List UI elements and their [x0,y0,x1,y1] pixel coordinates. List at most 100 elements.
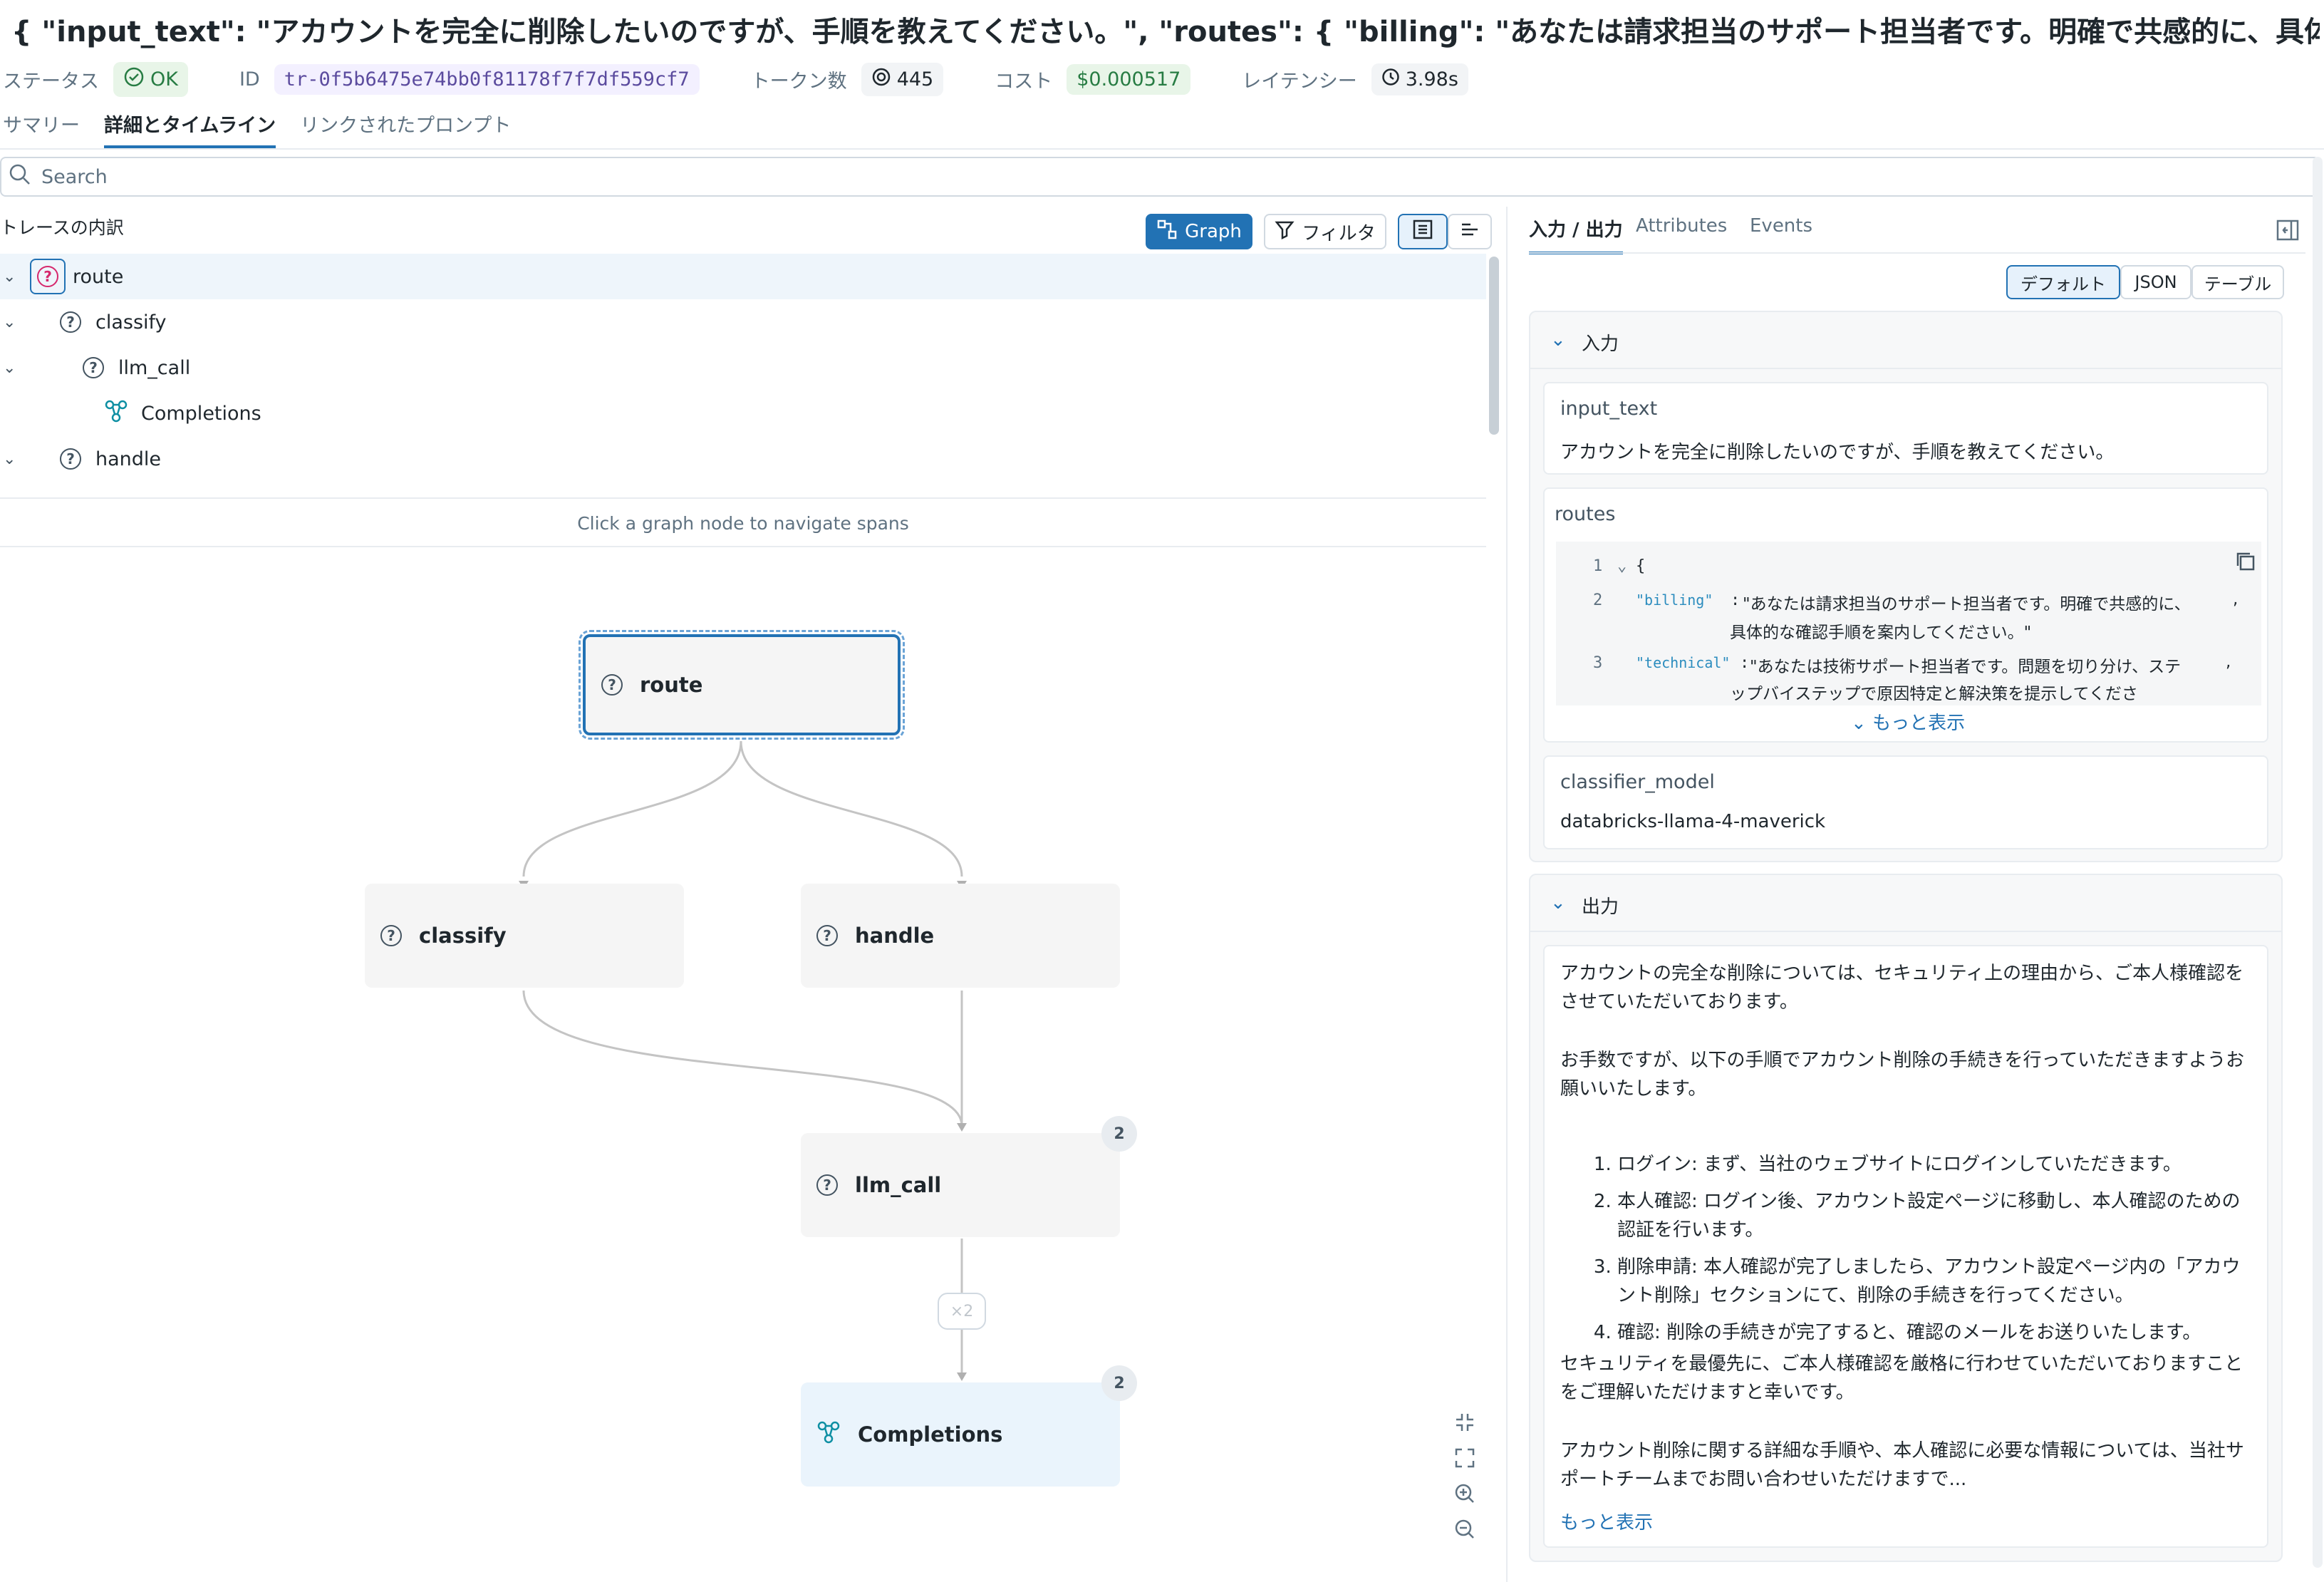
status-badge: OK [113,61,188,97]
output-paragraph: アカウントの完全な削除については、セキュリティ上の理由から、ご本人様確認をさせて… [1560,963,2244,1013]
tree-row-completions[interactable]: Completions [0,391,1486,436]
node-label: classify [419,924,507,948]
zoom-out-icon[interactable] [1446,1511,1483,1548]
fit-view-icon[interactable] [1446,1439,1483,1477]
filter-button[interactable]: フィルタ [1264,214,1386,249]
id-label: ID [239,68,260,91]
status-value: OK [150,68,178,91]
cost-label: コスト [995,70,1053,93]
question-circle-icon: ? [601,674,623,696]
tree-label: handle [95,448,162,470]
tree-label: Completions [141,402,261,425]
llm-call-count-badge: 2 [1101,1116,1137,1152]
graph-node-classify[interactable]: ? classify [365,884,684,988]
question-circle-icon: ? [83,357,104,378]
question-circle-icon: ? [60,448,81,470]
right-tabs-divider [1529,252,2305,254]
zoom-in-icon[interactable] [1446,1475,1483,1512]
output-paragraph: お手数ですが、以下の手順でアカウント削除の手続きを行っていただきますようお願いい… [1560,1050,2245,1100]
question-circle-icon: ? [816,925,838,946]
edge-multiplier-label: ×2 [938,1293,986,1330]
collapse-panel-icon[interactable] [2276,218,2300,245]
output-show-more-link[interactable]: もっと表示 [1560,1508,1653,1534]
tab-linked-prompts[interactable]: リンクされたプロンプト [300,110,511,148]
chevron-down-icon[interactable]: ⌄ [3,359,16,377]
tree-label: classify [95,311,167,334]
view-json-button[interactable]: JSON [2120,265,2191,299]
tree-row-llm-call[interactable]: ⌄ ? llm_call [0,345,1486,391]
clock-icon [1381,68,1400,91]
trace-metadata: ステータス OK ID tr-0f5b6475e74bb0f81178f7f7d… [3,61,1468,97]
timeline-icon [1459,219,1480,245]
check-circle-icon [123,66,145,93]
graph-hint: Click a graph node to navigate spans [0,497,1486,547]
search-input[interactable]: Search [41,166,108,188]
tokens-label: トークン数 [750,70,847,93]
routes-code-block: 1 ⌄ { 2 "billing" : "あなたは請求担当のサポート担当者です。… [1556,542,2261,705]
chevron-down-icon[interactable]: ⌄ [1550,329,1566,351]
tree-row-route[interactable]: ⌄ ? route [0,254,1486,299]
trace-breakdown-title: トレースの内訳 [0,217,124,238]
graph-node-llm-call[interactable]: ? llm_call [801,1133,1120,1237]
classifier-model-value: databricks-llama-4-maverick [1560,811,1826,832]
filter-button-label: フィルタ [1302,222,1376,244]
chevron-down-icon[interactable]: ⌄ [3,268,16,286]
tokens-badge: 445 [861,62,944,96]
input-text-value: アカウントを完全に削除したいのですが、手順を教えてください。 [1560,442,2115,463]
model-icon [816,1420,841,1449]
tab-attributes[interactable]: Attributes [1636,215,1727,237]
completions-count-badge: 2 [1101,1365,1137,1401]
view-default-button[interactable]: デフォルト [2006,265,2120,299]
chevron-down-icon[interactable]: ⌄ [1617,557,1627,575]
question-circle-icon: ? [380,925,402,946]
output-section-title: 出力 [1582,896,1619,918]
chevron-down-icon: ⌄ [1851,713,1873,734]
output-step: 削除申請: 本人確認が完了しましたら、アカウント設定ページ内の「アカウント削除」… [1617,1253,2251,1310]
timeline-view-button[interactable] [1448,214,1492,249]
edge-classify-llm [522,990,963,1127]
graph-icon [1156,219,1178,245]
tab-details-timeline[interactable]: 詳細とタイムライン [104,110,276,148]
panel-divider[interactable] [1506,207,1508,1582]
output-paragraph: セキュリティを最優先に、ご本人様確認を厳格に行わせていただいておりますことをご理… [1560,1353,2243,1403]
input-section-title: 入力 [1582,334,1619,355]
node-label: Completions [858,1422,1003,1447]
edge-route-classify [522,740,742,877]
latency-value: 3.98s [1405,68,1458,91]
output-step-list: ログイン: まず、当社のウェブサイトにログインしていただきます。 本人確認: ロ… [1560,1150,2251,1355]
routes-show-more-link[interactable]: ⌄ もっと表示 [1851,708,1965,735]
graph-node-route[interactable]: ? route [579,630,905,740]
graph-node-handle[interactable]: ? handle [801,884,1120,988]
graph-button-label: Graph [1185,221,1242,242]
latency-badge: 3.98s [1371,63,1468,95]
node-label: llm_call [855,1173,942,1197]
model-icon [104,399,128,428]
graph-node-completions[interactable]: Completions [801,1382,1120,1487]
tree-row-handle[interactable]: ⌄ ? handle [0,436,1486,482]
page-scrollbar[interactable] [2313,157,2323,1568]
trace-id[interactable]: tr-0f5b6475e74bb0f81178f7f7df559cf7 [274,63,700,95]
tree-view-button[interactable] [1398,214,1448,249]
list-view-icon [1412,219,1433,245]
cost-value: $0.000517 [1067,63,1191,95]
tab-summary[interactable]: サマリー [3,110,80,148]
search-field[interactable]: Search [0,157,2320,197]
classifier-model-field [1543,755,2268,849]
copy-icon[interactable] [2234,550,2257,576]
chevron-down-icon[interactable]: ⌄ [1550,892,1566,914]
collapse-icon[interactable] [1446,1404,1483,1441]
tab-events[interactable]: Events [1750,215,1812,237]
input-text-key: input_text [1560,398,1658,420]
chevron-down-icon[interactable]: ⌄ [3,314,16,331]
chevron-down-icon[interactable]: ⌄ [3,450,16,468]
arrow-head [957,1123,967,1132]
filter-icon [1275,219,1295,244]
tree-row-classify[interactable]: ⌄ ? classify [0,299,1486,345]
graph-button[interactable]: Graph [1146,214,1252,249]
tree-scrollbar[interactable] [1489,257,1499,435]
search-icon [9,163,31,191]
arrow-head [957,1372,967,1381]
view-table-button[interactable]: テーブル [2191,265,2284,299]
tree-label: llm_call [118,356,191,379]
tab-input-output[interactable]: 入力 / 出力 [1529,215,1623,254]
